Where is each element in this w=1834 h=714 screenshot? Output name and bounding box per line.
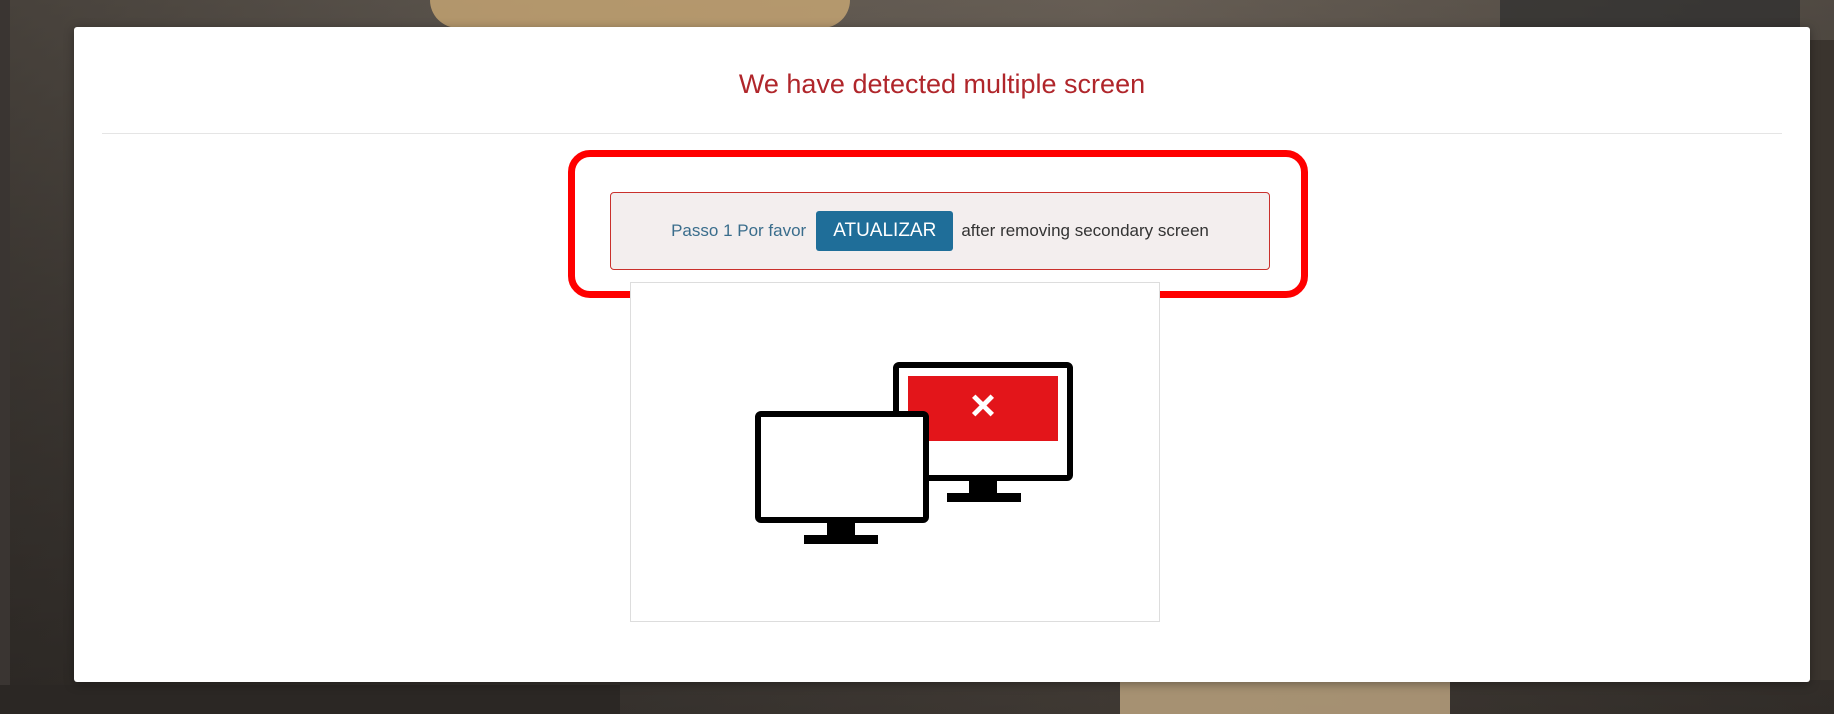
illustration-frame: × <box>630 282 1160 622</box>
alert-message: Passo 1 Por favor ATUALIZAR after removi… <box>610 192 1270 270</box>
background-counter <box>0 685 620 714</box>
dialog-header: We have detected multiple screen <box>102 27 1782 134</box>
refresh-button[interactable]: ATUALIZAR <box>816 211 954 251</box>
alert-after-text: after removing secondary screen <box>961 221 1209 240</box>
background-table <box>1120 680 1450 714</box>
background-lamp <box>430 0 850 28</box>
alert-step-text: Passo 1 Por favor <box>671 221 807 240</box>
error-x-icon: × <box>970 381 996 430</box>
primary-monitor-icon <box>755 411 929 544</box>
background-window <box>1500 0 1800 30</box>
multiple-screen-dialog: We have detected multiple screen Passo 1… <box>74 27 1810 682</box>
multiple-monitors-error-icon: × <box>755 362 1073 544</box>
dialog-title: We have detected multiple screen <box>738 69 1146 99</box>
background-edge <box>0 0 10 714</box>
